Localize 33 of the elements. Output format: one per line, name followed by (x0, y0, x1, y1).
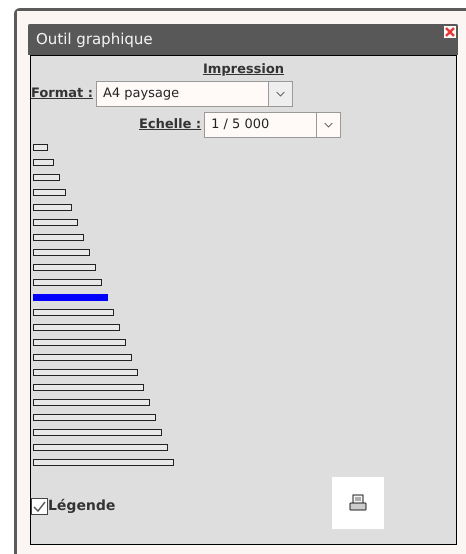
field-label: Echelle : (139, 116, 202, 134)
line-width-option[interactable] (33, 338, 126, 346)
line-width-option[interactable] (33, 324, 120, 330)
close-icon[interactable] (444, 26, 456, 38)
legend-checkbox[interactable] (31, 498, 48, 514)
line-width-option[interactable] (33, 368, 138, 376)
line-width-option[interactable] (33, 188, 66, 196)
checkbox-label: Légende (48, 496, 116, 516)
window-title: Outil graphique (36, 29, 153, 50)
format-dropdown[interactable]: A4 paysage (96, 80, 293, 106)
line-width-option[interactable] (33, 384, 144, 390)
line-width-option[interactable] (33, 234, 84, 240)
printer-icon (349, 494, 367, 512)
line-width-option[interactable] (33, 264, 96, 270)
field-label: Format : (31, 84, 93, 103)
line-width-option[interactable] (33, 158, 54, 166)
line-width-option[interactable] (33, 248, 90, 256)
line-width-option[interactable] (33, 218, 78, 226)
print-button[interactable] (332, 476, 384, 528)
line-width-option[interactable] (33, 458, 174, 466)
section-heading: Impression (202, 61, 284, 79)
line-width-option[interactable] (33, 144, 48, 150)
line-width-option[interactable] (33, 294, 108, 300)
line-width-option[interactable] (33, 308, 114, 316)
line-width-option[interactable] (33, 414, 156, 420)
line-width-option[interactable] (33, 204, 72, 210)
line-width-option[interactable] (33, 428, 162, 436)
line-width-option[interactable] (33, 354, 132, 360)
line-width-option[interactable] (33, 398, 150, 406)
line-width-option[interactable] (33, 278, 102, 286)
line-width-option[interactable] (33, 444, 168, 450)
line-width-option[interactable] (33, 174, 60, 180)
scale-dropdown[interactable]: 1 / 5 000 (204, 112, 342, 138)
